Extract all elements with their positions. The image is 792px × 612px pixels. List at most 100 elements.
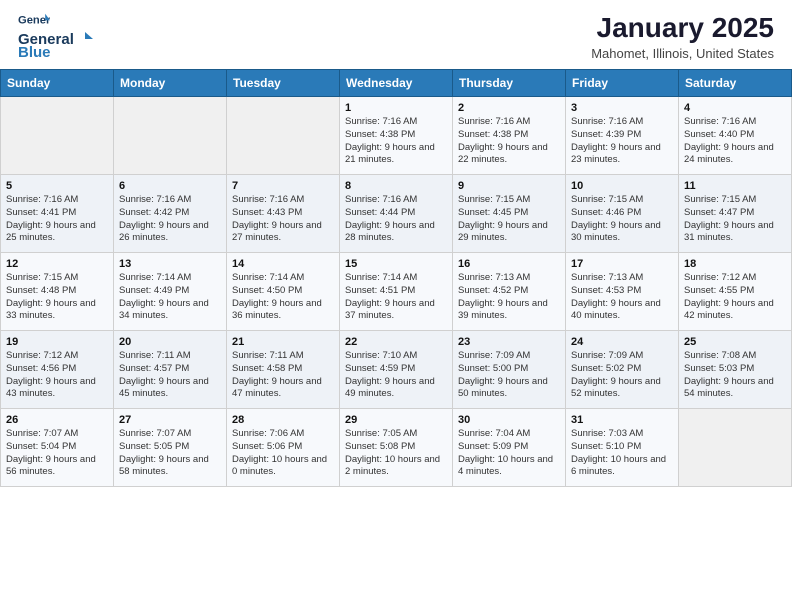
calendar-day-cell: 24Sunrise: 7:09 AM Sunset: 5:02 PM Dayli… [566, 331, 679, 409]
day-info: Sunrise: 7:16 AM Sunset: 4:38 PM Dayligh… [345, 116, 447, 167]
day-number: 9 [458, 180, 560, 192]
calendar-day-cell [227, 97, 340, 175]
day-number: 20 [119, 336, 221, 348]
day-number: 28 [232, 414, 334, 426]
calendar-day-cell: 15 Sunrise: 7:14 AM Sunset: 4:51 PM Dayli… [340, 253, 453, 331]
day-info: Sunrise: 7:06 AM Sunset: 5:06 PM Dayligh… [232, 428, 334, 479]
day-info: Sunrise: 7:08 AM Sunset: 5:03 PM Dayligh… [684, 350, 786, 401]
day-info: Sunrise: 7:16 AM Sunset: 4:41 PM Dayligh… [6, 194, 108, 245]
day-number: 15 [345, 258, 447, 270]
day-number: 2 [458, 102, 560, 114]
header: General General Blue January 2025 Mahome… [0, 0, 792, 69]
day-info: Sunrise: 7:04 AM Sunset: 5:09 PM Dayligh… [458, 428, 560, 479]
day-number: 22 [345, 336, 447, 348]
day-info: Sunrise: 7:16 AM Sunset: 4:40 PM Dayligh… [684, 116, 786, 167]
day-number: 29 [345, 414, 447, 426]
day-number: 6 [119, 180, 221, 192]
day-number: 17 [571, 258, 673, 270]
calendar-day-cell: 18Sunrise: 7:12 AM Sunset: 4:55 PM Dayli… [679, 253, 792, 331]
calendar-title: January 2025 [591, 12, 774, 44]
day-info: Sunrise: 7:16 AM Sunset: 4:44 PM Dayligh… [345, 194, 447, 245]
day-number: 16 [458, 258, 560, 270]
logo-flag-icon [76, 30, 94, 48]
day-number: 26 [6, 414, 108, 426]
day-info: Sunrise: 7:12 AM Sunset: 4:55 PM Dayligh… [684, 272, 786, 323]
calendar-day-cell: 1 Sunrise: 7:16 AM Sunset: 4:38 PM Daylig… [340, 97, 453, 175]
calendar-week-row: 12 Sunrise: 7:15 AM Sunset: 4:48 PM Dayli… [1, 253, 792, 331]
day-info: Sunrise: 7:10 AM Sunset: 4:59 PM Dayligh… [345, 350, 447, 401]
calendar-week-row: 19 Sunrise: 7:12 AM Sunset: 4:56 PM Dayli… [1, 331, 792, 409]
day-number: 5 [6, 180, 108, 192]
header-saturday: Saturday [679, 70, 792, 97]
day-info: Sunrise: 7:15 AM Sunset: 4:48 PM Dayligh… [6, 272, 108, 323]
calendar-day-cell: 10 Sunrise: 7:15 AM Sunset: 4:46 PM Dayli… [566, 175, 679, 253]
calendar-day-cell: 26Sunrise: 7:07 AM Sunset: 5:04 PM Dayli… [1, 409, 114, 487]
logo: General General Blue [18, 12, 96, 61]
calendar-day-cell: 30 Sunrise: 7:04 AM Sunset: 5:09 PM Dayli… [453, 409, 566, 487]
calendar-week-row: 26Sunrise: 7:07 AM Sunset: 5:04 PM Dayli… [1, 409, 792, 487]
day-number: 30 [458, 414, 560, 426]
calendar-day-cell: 16 Sunrise: 7:13 AM Sunset: 4:52 PM Dayli… [453, 253, 566, 331]
day-number: 10 [571, 180, 673, 192]
calendar-day-cell: 8 Sunrise: 7:16 AM Sunset: 4:44 PM Daylig… [340, 175, 453, 253]
calendar-day-cell: 12 Sunrise: 7:15 AM Sunset: 4:48 PM Dayli… [1, 253, 114, 331]
header-friday: Friday [566, 70, 679, 97]
day-number: 27 [119, 414, 221, 426]
day-number: 23 [458, 336, 560, 348]
day-info: Sunrise: 7:15 AM Sunset: 4:46 PM Dayligh… [571, 194, 673, 245]
day-info: Sunrise: 7:05 AM Sunset: 5:08 PM Dayligh… [345, 428, 447, 479]
calendar-day-cell [114, 97, 227, 175]
day-info: Sunrise: 7:11 AM Sunset: 4:58 PM Dayligh… [232, 350, 334, 401]
day-info: Sunrise: 7:13 AM Sunset: 4:52 PM Dayligh… [458, 272, 560, 323]
calendar-page: General General Blue January 2025 Mahome… [0, 0, 792, 612]
day-number: 8 [345, 180, 447, 192]
weekday-header-row: Sunday Monday Tuesday Wednesday Thursday… [1, 70, 792, 97]
day-info: Sunrise: 7:15 AM Sunset: 4:45 PM Dayligh… [458, 194, 560, 245]
calendar-week-row: 5 Sunrise: 7:16 AM Sunset: 4:41 PM Daylig… [1, 175, 792, 253]
day-number: 19 [6, 336, 108, 348]
day-number: 11 [684, 180, 786, 192]
calendar-day-cell: 21Sunrise: 7:11 AM Sunset: 4:58 PM Dayli… [227, 331, 340, 409]
calendar-subtitle: Mahomet, Illinois, United States [591, 46, 774, 61]
calendar-day-cell: 6 Sunrise: 7:16 AM Sunset: 4:42 PM Daylig… [114, 175, 227, 253]
day-number: 1 [345, 102, 447, 114]
calendar-day-cell: 5 Sunrise: 7:16 AM Sunset: 4:41 PM Daylig… [1, 175, 114, 253]
day-number: 31 [571, 414, 673, 426]
day-info: Sunrise: 7:12 AM Sunset: 4:56 PM Dayligh… [6, 350, 108, 401]
calendar-day-cell: 23Sunrise: 7:09 AM Sunset: 5:00 PM Dayli… [453, 331, 566, 409]
day-number: 7 [232, 180, 334, 192]
calendar-day-cell: 9 Sunrise: 7:15 AM Sunset: 4:45 PM Daylig… [453, 175, 566, 253]
header-tuesday: Tuesday [227, 70, 340, 97]
day-number: 3 [571, 102, 673, 114]
header-monday: Monday [114, 70, 227, 97]
calendar-day-cell: 17 Sunrise: 7:13 AM Sunset: 4:53 PM Dayli… [566, 253, 679, 331]
calendar-day-cell: 13Sunrise: 7:14 AM Sunset: 4:49 PM Dayli… [114, 253, 227, 331]
calendar-day-cell: 14 Sunrise: 7:14 AM Sunset: 4:50 PM Dayli… [227, 253, 340, 331]
logo-blue: Blue [18, 44, 51, 61]
day-info: Sunrise: 7:14 AM Sunset: 4:50 PM Dayligh… [232, 272, 334, 323]
calendar-day-cell: 19 Sunrise: 7:12 AM Sunset: 4:56 PM Dayli… [1, 331, 114, 409]
day-info: Sunrise: 7:14 AM Sunset: 4:51 PM Dayligh… [345, 272, 447, 323]
day-number: 14 [232, 258, 334, 270]
calendar-day-cell: 20Sunrise: 7:11 AM Sunset: 4:57 PM Dayli… [114, 331, 227, 409]
calendar-day-cell [679, 409, 792, 487]
calendar-day-cell: 4Sunrise: 7:16 AM Sunset: 4:40 PM Daylig… [679, 97, 792, 175]
logo-icon: General [18, 12, 50, 30]
calendar-day-cell: 31 Sunrise: 7:03 AM Sunset: 5:10 PM Dayli… [566, 409, 679, 487]
header-thursday: Thursday [453, 70, 566, 97]
day-number: 12 [6, 258, 108, 270]
calendar-week-row: 1 Sunrise: 7:16 AM Sunset: 4:38 PM Daylig… [1, 97, 792, 175]
day-info: Sunrise: 7:13 AM Sunset: 4:53 PM Dayligh… [571, 272, 673, 323]
calendar-day-cell: 3 Sunrise: 7:16 AM Sunset: 4:39 PM Daylig… [566, 97, 679, 175]
day-info: Sunrise: 7:16 AM Sunset: 4:42 PM Dayligh… [119, 194, 221, 245]
day-info: Sunrise: 7:03 AM Sunset: 5:10 PM Dayligh… [571, 428, 673, 479]
calendar-day-cell: 11 Sunrise: 7:15 AM Sunset: 4:47 PM Dayli… [679, 175, 792, 253]
day-info: Sunrise: 7:16 AM Sunset: 4:43 PM Dayligh… [232, 194, 334, 245]
calendar-day-cell: 22 Sunrise: 7:10 AM Sunset: 4:59 PM Dayli… [340, 331, 453, 409]
day-info: Sunrise: 7:09 AM Sunset: 5:02 PM Dayligh… [571, 350, 673, 401]
day-info: Sunrise: 7:16 AM Sunset: 4:39 PM Dayligh… [571, 116, 673, 167]
calendar-day-cell [1, 97, 114, 175]
day-info: Sunrise: 7:15 AM Sunset: 4:47 PM Dayligh… [684, 194, 786, 245]
calendar-day-cell: 2Sunrise: 7:16 AM Sunset: 4:38 PM Daylig… [453, 97, 566, 175]
calendar-table: Sunday Monday Tuesday Wednesday Thursday… [0, 69, 792, 487]
